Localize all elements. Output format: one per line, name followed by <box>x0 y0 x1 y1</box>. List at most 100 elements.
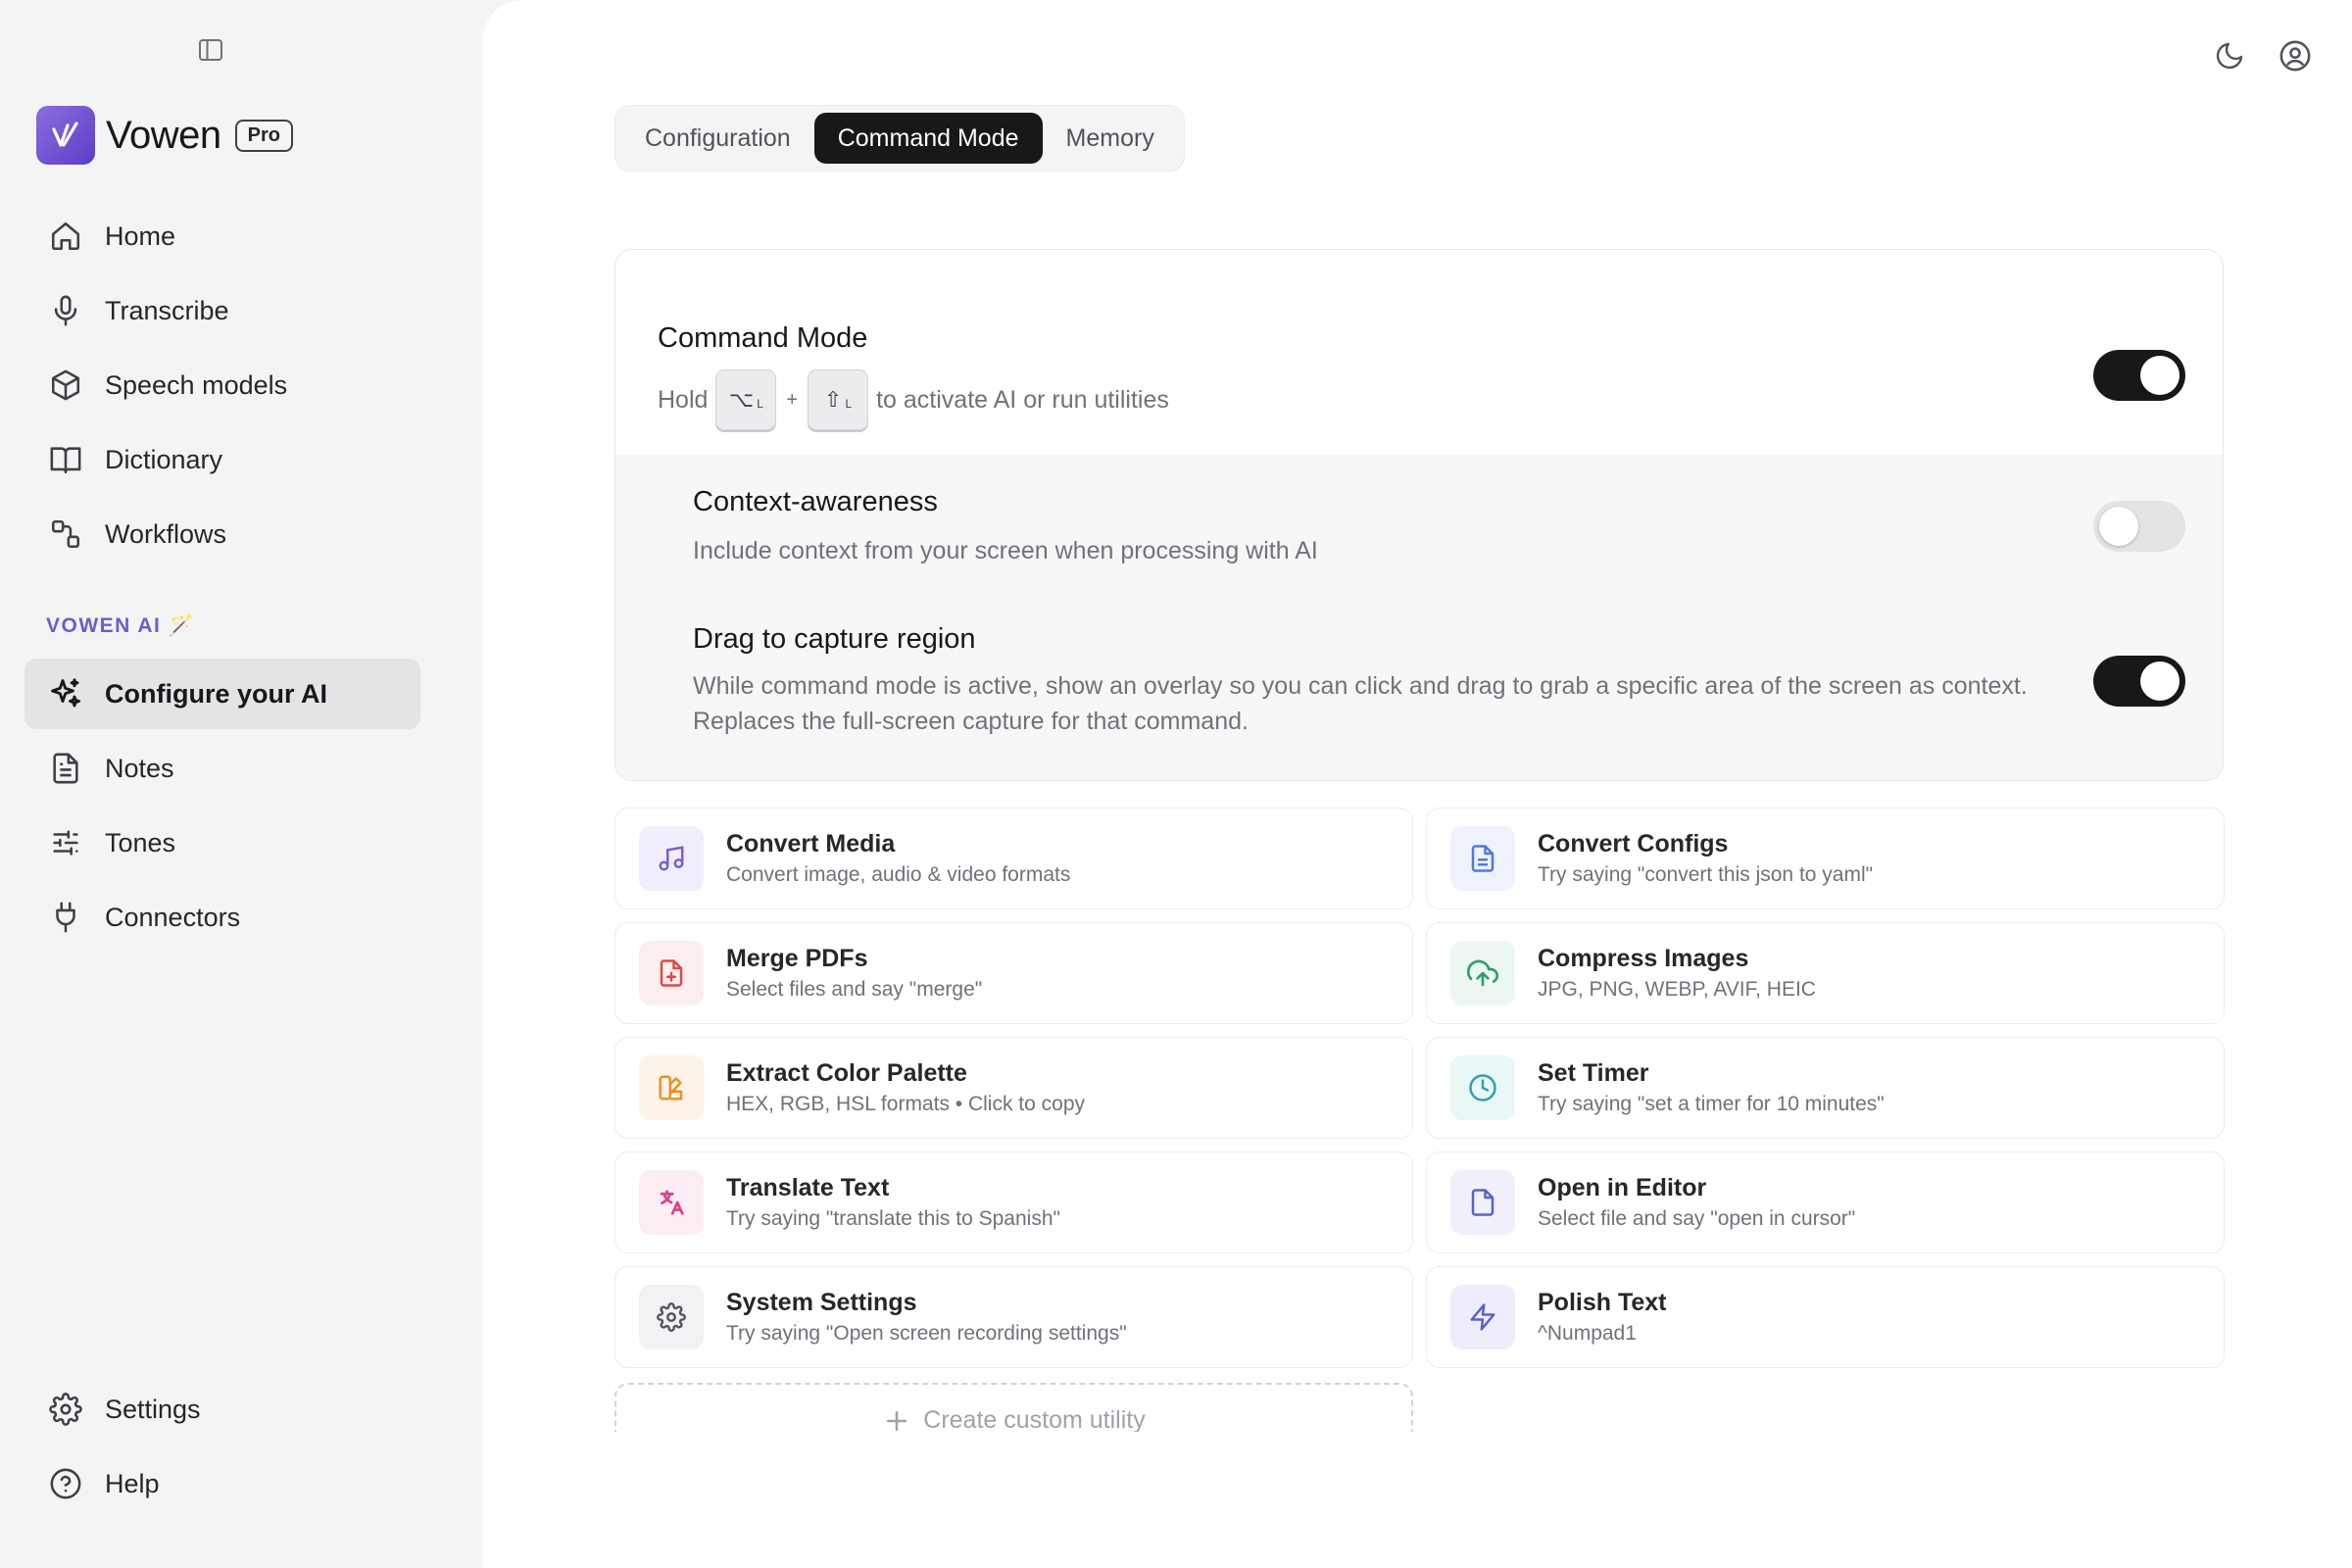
plus-icon <box>887 1411 907 1431</box>
gear-icon <box>639 1285 704 1349</box>
notes-icon <box>47 750 84 787</box>
help-icon <box>47 1465 84 1502</box>
main-nav: Home Transcribe Speech models Dictionary… <box>24 201 420 569</box>
utility-title: Translate Text <box>726 1174 890 1201</box>
sidebar-item-dictionary[interactable]: Dictionary <box>24 424 420 495</box>
palette-icon <box>639 1055 704 1120</box>
sidebar-item-notes[interactable]: Notes <box>24 733 420 804</box>
option-key-icon: ⌥ L <box>715 369 777 430</box>
microphone-icon <box>47 292 84 329</box>
sidebar-item-label: Connectors <box>105 902 241 932</box>
utility-polish-text[interactable]: Polish Text ^Numpad1 <box>1426 1266 2225 1368</box>
sidebar-item-speech-models[interactable]: Speech models <box>24 350 420 420</box>
utility-compress-images[interactable]: Compress Images JPG, PNG, WEBP, AVIF, HE… <box>1426 922 2225 1024</box>
drag-capture-desc-line2: Replaces the full-screen capture for tha… <box>693 708 1249 735</box>
drag-capture-desc-line1: While command mode is active, show an ov… <box>693 672 2028 700</box>
utility-title: Convert Media <box>726 830 896 858</box>
drag-capture-toggle[interactable] <box>2093 656 2185 707</box>
utility-translate-text[interactable]: Translate Text Try saying "translate thi… <box>614 1152 1413 1253</box>
utility-subtitle: Try saying "convert this json to yaml" <box>1538 863 1874 886</box>
tab-command-mode[interactable]: Command Mode <box>813 113 1043 164</box>
sidebar-item-label: Notes <box>105 753 174 783</box>
cloud-upload-icon <box>1450 941 1515 1005</box>
book-icon <box>47 441 84 478</box>
command-mode-title: Command Mode <box>658 322 868 354</box>
utility-subtitle: Try saying "set a timer for 10 minutes" <box>1538 1093 1885 1115</box>
pro-badge: Pro <box>234 119 293 152</box>
context-awareness-toggle[interactable] <box>2093 501 2185 552</box>
gear-icon <box>47 1391 84 1428</box>
lightning-icon <box>1450 1285 1515 1349</box>
utility-subtitle: Convert image, audio & video formats <box>726 863 1071 886</box>
sidebar-item-settings[interactable]: Settings <box>24 1374 420 1445</box>
clock-icon <box>1450 1055 1515 1120</box>
file-plus-icon <box>639 941 704 1005</box>
moon-icon[interactable] <box>2208 34 2251 77</box>
sidebar-item-label: Workflows <box>105 518 227 549</box>
sidebar-item-label: Configure your AI <box>105 678 327 709</box>
command-mode-options: Context-awareness Include context from y… <box>615 455 2223 780</box>
tab-bar: Configuration Command Mode Memory <box>614 105 1185 172</box>
utility-title: Open in Editor <box>1538 1174 1707 1201</box>
utility-subtitle: Select file and say "open in cursor" <box>1538 1207 1856 1230</box>
sidebar-item-configure-ai[interactable]: Configure your AI <box>24 659 420 729</box>
workflow-icon <box>47 515 84 553</box>
home-icon <box>47 218 84 255</box>
utility-subtitle: JPG, PNG, WEBP, AVIF, HEIC <box>1538 978 1816 1001</box>
utility-subtitle: ^Numpad1 <box>1538 1322 1637 1345</box>
sidebar-item-help[interactable]: Help <box>24 1448 420 1519</box>
utility-subtitle: Try saying "Open screen recording settin… <box>726 1322 1127 1345</box>
utility-subtitle: Select files and say "merge" <box>726 978 983 1001</box>
brand[interactable]: Vowen Pro <box>36 106 293 165</box>
sidebar-item-label: Transcribe <box>105 295 229 325</box>
document-icon <box>1450 826 1515 891</box>
sidebar-item-label: Dictionary <box>105 444 223 474</box>
sidebar-item-home[interactable]: Home <box>24 201 420 271</box>
create-custom-utility-button[interactable]: Create custom utility <box>614 1383 1413 1432</box>
command-mode-card: Command Mode Hold ⌥ L + ⇧ L to activate AI… <box>614 249 2224 781</box>
plus-sign: + <box>786 388 799 411</box>
sidebar-item-label: Settings <box>105 1394 201 1424</box>
utility-title: Convert Configs <box>1538 830 1729 858</box>
utility-title: Polish Text <box>1538 1289 1667 1316</box>
context-awareness-title: Context-awareness <box>693 486 938 517</box>
tab-configuration[interactable]: Configuration <box>621 113 814 164</box>
utility-convert-media[interactable]: Convert Media Convert image, audio & vid… <box>614 808 1413 909</box>
sidebar-item-label: Speech models <box>105 369 288 400</box>
footer-nav: Settings Help <box>24 1374 420 1519</box>
utility-title: Set Timer <box>1538 1059 1649 1087</box>
shift-key-icon: ⇧ L <box>808 369 869 430</box>
drag-capture-title: Drag to capture region <box>693 623 976 655</box>
sidebar-item-connectors[interactable]: Connectors <box>24 882 420 953</box>
command-mode-toggle[interactable] <box>2093 350 2185 401</box>
utility-open-in-editor[interactable]: Open in Editor Select file and say "open… <box>1426 1152 2225 1253</box>
tab-memory[interactable]: Memory <box>1043 113 1178 164</box>
hold-suffix: to activate AI or run utilities <box>876 385 1169 414</box>
sidebar-item-transcribe[interactable]: Transcribe <box>24 275 420 346</box>
sidebar-item-label: Tones <box>105 827 176 858</box>
utility-system-settings[interactable]: System Settings Try saying "Open screen … <box>614 1266 1413 1368</box>
utility-merge-pdfs[interactable]: Merge PDFs Select files and say "merge" <box>614 922 1413 1024</box>
utility-set-timer[interactable]: Set Timer Try saying "set a timer for 10… <box>1426 1037 2225 1139</box>
utility-subtitle: Try saying "translate this to Spanish" <box>726 1207 1060 1230</box>
sidebar-item-label: Home <box>105 220 176 251</box>
utility-title: Compress Images <box>1538 945 1749 972</box>
sidebar-toggle-icon[interactable] <box>195 35 226 65</box>
section-label-vowen-ai: VOWEN AI 🪄 <box>46 614 196 637</box>
sidebar-item-tones[interactable]: Tones <box>24 808 420 878</box>
translate-icon <box>639 1170 704 1235</box>
utility-title: System Settings <box>726 1289 917 1316</box>
sparkles-icon <box>47 675 84 712</box>
utility-subtitle: HEX, RGB, HSL formats • Click to copy <box>726 1093 1086 1115</box>
main-panel: Configuration Command Mode Memory Comman… <box>483 0 2352 1568</box>
sidebar-item-workflows[interactable]: Workflows <box>24 499 420 569</box>
utility-convert-configs[interactable]: Convert Configs Try saying "convert this… <box>1426 808 2225 909</box>
hold-prefix: Hold <box>658 385 709 414</box>
user-account-icon[interactable] <box>2274 34 2317 77</box>
utility-extract-color-palette[interactable]: Extract Color Palette HEX, RGB, HSL form… <box>614 1037 1413 1139</box>
plug-icon <box>47 899 84 936</box>
utility-title: Extract Color Palette <box>726 1059 967 1087</box>
vowen-logo-icon <box>36 106 95 165</box>
sidebar: Vowen Pro Home Transcribe Speech models … <box>0 0 483 1568</box>
file-icon <box>1450 1170 1515 1235</box>
